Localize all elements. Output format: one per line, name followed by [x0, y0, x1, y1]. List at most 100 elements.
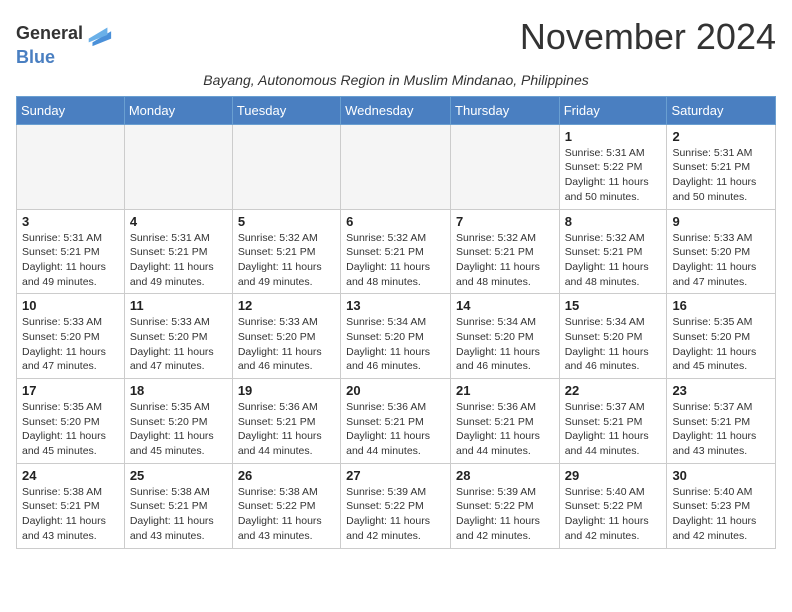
day-info: Sunrise: 5:33 AM Sunset: 5:20 PM Dayligh…: [130, 315, 227, 374]
day-number: 16: [672, 298, 770, 313]
day-number: 12: [238, 298, 335, 313]
calendar-cell: [17, 124, 125, 209]
weekday-header: Thursday: [451, 96, 560, 124]
day-number: 10: [22, 298, 119, 313]
calendar-week-row: 17Sunrise: 5:35 AM Sunset: 5:20 PM Dayli…: [17, 379, 776, 464]
calendar-cell: 15Sunrise: 5:34 AM Sunset: 5:20 PM Dayli…: [559, 294, 667, 379]
calendar-week-row: 24Sunrise: 5:38 AM Sunset: 5:21 PM Dayli…: [17, 463, 776, 548]
calendar-cell: 22 Sunrise: 5:37 AM Sunset: 5:21 PM Dayli…: [559, 379, 667, 464]
calendar-week-row: 1 Sunrise: 5:31 AM Sunset: 5:22 PM Daylig…: [17, 124, 776, 209]
calendar-cell: 5 Sunrise: 5:32 AM Sunset: 5:21 PM Daylig…: [232, 209, 340, 294]
calendar-header-row: SundayMondayTuesdayWednesdayThursdayFrid…: [17, 96, 776, 124]
day-number: 13: [346, 298, 445, 313]
calendar-cell: 2 Sunrise: 5:31 AM Sunset: 5:21 PM Daylig…: [667, 124, 776, 209]
logo: General Blue: [16, 20, 113, 68]
calendar-cell: 6Sunrise: 5:32 AM Sunset: 5:21 PM Daylig…: [341, 209, 451, 294]
calendar-cell: 11 Sunrise: 5:33 AM Sunset: 5:20 PM Dayli…: [124, 294, 232, 379]
day-info: Sunrise: 5:31 AM Sunset: 5:22 PM Dayligh…: [565, 146, 662, 205]
day-info: Sunrise: 5:31 AM Sunset: 5:21 PM Dayligh…: [130, 231, 227, 290]
weekday-header: Wednesday: [341, 96, 451, 124]
day-info: Sunrise: 5:36 AM Sunset: 5:21 PM Dayligh…: [456, 400, 554, 459]
day-number: 4: [130, 214, 227, 229]
day-info: Sunrise: 5:31 AM Sunset: 5:21 PM Dayligh…: [672, 146, 770, 205]
subtitle: Bayang, Autonomous Region in Muslim Mind…: [16, 72, 776, 88]
calendar-cell: [341, 124, 451, 209]
day-info: Sunrise: 5:35 AM Sunset: 5:20 PM Dayligh…: [672, 315, 770, 374]
calendar-cell: 29 Sunrise: 5:40 AM Sunset: 5:22 PM Dayli…: [559, 463, 667, 548]
logo-icon: [85, 20, 113, 48]
calendar-cell: 7 Sunrise: 5:32 AM Sunset: 5:21 PM Daylig…: [451, 209, 560, 294]
day-info: Sunrise: 5:37 AM Sunset: 5:21 PM Dayligh…: [672, 400, 770, 459]
weekday-header: Tuesday: [232, 96, 340, 124]
calendar-cell: [124, 124, 232, 209]
weekday-header: Sunday: [17, 96, 125, 124]
day-info: Sunrise: 5:34 AM Sunset: 5:20 PM Dayligh…: [346, 315, 445, 374]
calendar-week-row: 10 Sunrise: 5:33 AM Sunset: 5:20 PM Dayli…: [17, 294, 776, 379]
day-info: Sunrise: 5:35 AM Sunset: 5:20 PM Dayligh…: [22, 400, 119, 459]
calendar-cell: 14 Sunrise: 5:34 AM Sunset: 5:20 PM Dayli…: [451, 294, 560, 379]
calendar-cell: 27 Sunrise: 5:39 AM Sunset: 5:22 PM Dayli…: [341, 463, 451, 548]
day-number: 5: [238, 214, 335, 229]
day-number: 27: [346, 468, 445, 483]
day-number: 29: [565, 468, 662, 483]
day-info: Sunrise: 5:39 AM Sunset: 5:22 PM Dayligh…: [346, 485, 445, 544]
day-number: 20: [346, 383, 445, 398]
day-info: Sunrise: 5:32 AM Sunset: 5:21 PM Dayligh…: [238, 231, 335, 290]
day-number: 11: [130, 298, 227, 313]
day-number: 1: [565, 129, 662, 144]
day-number: 22: [565, 383, 662, 398]
day-info: Sunrise: 5:33 AM Sunset: 5:20 PM Dayligh…: [672, 231, 770, 290]
calendar-cell: 1 Sunrise: 5:31 AM Sunset: 5:22 PM Daylig…: [559, 124, 667, 209]
day-info: Sunrise: 5:40 AM Sunset: 5:22 PM Dayligh…: [565, 485, 662, 544]
weekday-header: Monday: [124, 96, 232, 124]
day-info: Sunrise: 5:38 AM Sunset: 5:21 PM Dayligh…: [22, 485, 119, 544]
day-number: 19: [238, 383, 335, 398]
calendar-cell: 30 Sunrise: 5:40 AM Sunset: 5:23 PM Dayli…: [667, 463, 776, 548]
day-number: 26: [238, 468, 335, 483]
calendar-cell: 3 Sunrise: 5:31 AM Sunset: 5:21 PM Daylig…: [17, 209, 125, 294]
calendar-cell: [451, 124, 560, 209]
calendar-cell: 24Sunrise: 5:38 AM Sunset: 5:21 PM Dayli…: [17, 463, 125, 548]
day-info: Sunrise: 5:38 AM Sunset: 5:21 PM Dayligh…: [130, 485, 227, 544]
day-number: 2: [672, 129, 770, 144]
calendar-cell: 28 Sunrise: 5:39 AM Sunset: 5:22 PM Dayli…: [451, 463, 560, 548]
day-number: 18: [130, 383, 227, 398]
calendar-week-row: 3 Sunrise: 5:31 AM Sunset: 5:21 PM Daylig…: [17, 209, 776, 294]
day-number: 3: [22, 214, 119, 229]
weekday-header: Saturday: [667, 96, 776, 124]
day-info: Sunrise: 5:38 AM Sunset: 5:22 PM Dayligh…: [238, 485, 335, 544]
day-number: 8: [565, 214, 662, 229]
page-header: General Blue November 2024: [16, 16, 776, 68]
day-info: Sunrise: 5:32 AM Sunset: 5:21 PM Dayligh…: [456, 231, 554, 290]
day-info: Sunrise: 5:37 AM Sunset: 5:21 PM Dayligh…: [565, 400, 662, 459]
day-info: Sunrise: 5:36 AM Sunset: 5:21 PM Dayligh…: [238, 400, 335, 459]
day-info: Sunrise: 5:40 AM Sunset: 5:23 PM Dayligh…: [672, 485, 770, 544]
day-info: Sunrise: 5:31 AM Sunset: 5:21 PM Dayligh…: [22, 231, 119, 290]
day-info: Sunrise: 5:36 AM Sunset: 5:21 PM Dayligh…: [346, 400, 445, 459]
day-number: 30: [672, 468, 770, 483]
calendar: SundayMondayTuesdayWednesdayThursdayFrid…: [16, 96, 776, 549]
logo-blue: Blue: [16, 48, 113, 68]
day-number: 25: [130, 468, 227, 483]
month-title: November 2024: [520, 16, 776, 58]
day-info: Sunrise: 5:32 AM Sunset: 5:21 PM Dayligh…: [565, 231, 662, 290]
day-info: Sunrise: 5:35 AM Sunset: 5:20 PM Dayligh…: [130, 400, 227, 459]
day-number: 14: [456, 298, 554, 313]
day-info: Sunrise: 5:34 AM Sunset: 5:20 PM Dayligh…: [456, 315, 554, 374]
day-info: Sunrise: 5:33 AM Sunset: 5:20 PM Dayligh…: [238, 315, 335, 374]
day-number: 23: [672, 383, 770, 398]
day-number: 7: [456, 214, 554, 229]
day-info: Sunrise: 5:39 AM Sunset: 5:22 PM Dayligh…: [456, 485, 554, 544]
calendar-cell: 25 Sunrise: 5:38 AM Sunset: 5:21 PM Dayli…: [124, 463, 232, 548]
day-number: 15: [565, 298, 662, 313]
calendar-cell: 23 Sunrise: 5:37 AM Sunset: 5:21 PM Dayli…: [667, 379, 776, 464]
calendar-cell: 16 Sunrise: 5:35 AM Sunset: 5:20 PM Dayli…: [667, 294, 776, 379]
calendar-cell: 20 Sunrise: 5:36 AM Sunset: 5:21 PM Dayli…: [341, 379, 451, 464]
weekday-header: Friday: [559, 96, 667, 124]
calendar-cell: 8 Sunrise: 5:32 AM Sunset: 5:21 PM Daylig…: [559, 209, 667, 294]
day-number: 21: [456, 383, 554, 398]
calendar-cell: 4 Sunrise: 5:31 AM Sunset: 5:21 PM Daylig…: [124, 209, 232, 294]
day-number: 28: [456, 468, 554, 483]
calendar-cell: 26 Sunrise: 5:38 AM Sunset: 5:22 PM Dayli…: [232, 463, 340, 548]
calendar-cell: 19 Sunrise: 5:36 AM Sunset: 5:21 PM Dayli…: [232, 379, 340, 464]
